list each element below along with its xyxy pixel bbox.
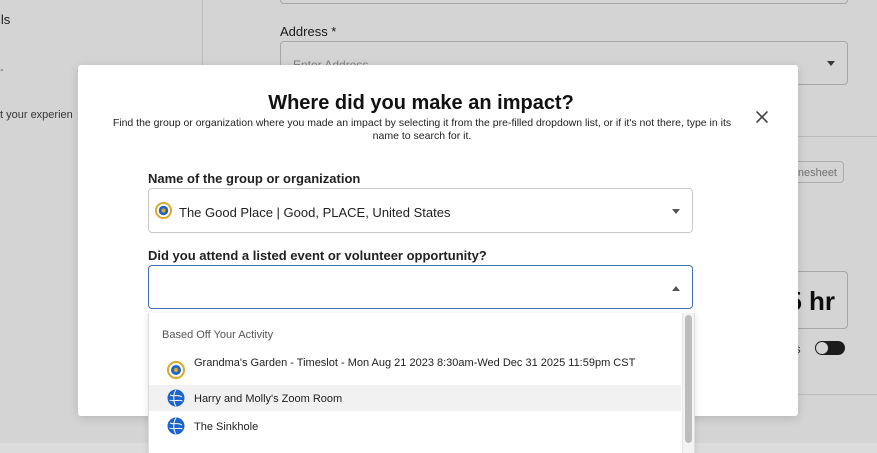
list-item-label: Grandma's Garden - Timeslot - Mon Aug 21… [194,357,636,369]
org-select-value: The Good Place | Good, PLACE, United Sta… [179,205,451,220]
blue-globe-icon [167,417,185,435]
chevron-up-icon [672,286,680,291]
chevron-down-icon [672,209,680,214]
blue-globe-icon [167,389,185,407]
good-place-logo-icon [167,361,185,379]
event-search-input[interactable] [157,274,661,302]
event-field-label: Did you attend a listed event or volunte… [148,248,487,263]
modal-title: Where did you make an impact? [268,92,574,114]
event-dropdown-list[interactable]: Based Off Your Activity Grandma's Garden… [148,313,695,453]
scrollbar-thumb[interactable] [685,315,692,443]
list-item[interactable]: The Sinkhole [149,413,681,441]
modal-description: Find the group or organization where you… [112,117,732,142]
close-icon [756,111,768,123]
dropdown-group-heading: Based Off Your Activity [162,329,274,341]
event-select[interactable] [148,265,693,309]
dropdown-scrollbar[interactable] [682,313,694,453]
good-place-logo-icon [155,202,172,219]
list-item[interactable]: Harry and Molly's Zoom Room [149,385,681,411]
org-select[interactable]: The Good Place | Good, PLACE, United Sta… [148,188,693,233]
list-item-label: The Sinkhole [194,421,259,433]
list-item-label: Harry and Molly's Zoom Room [194,393,343,405]
org-field-label: Name of the group or organization [148,171,361,186]
list-item[interactable]: Grandma's Garden - Timeslot - Mon Aug 21… [149,353,681,385]
close-button[interactable] [754,109,770,125]
